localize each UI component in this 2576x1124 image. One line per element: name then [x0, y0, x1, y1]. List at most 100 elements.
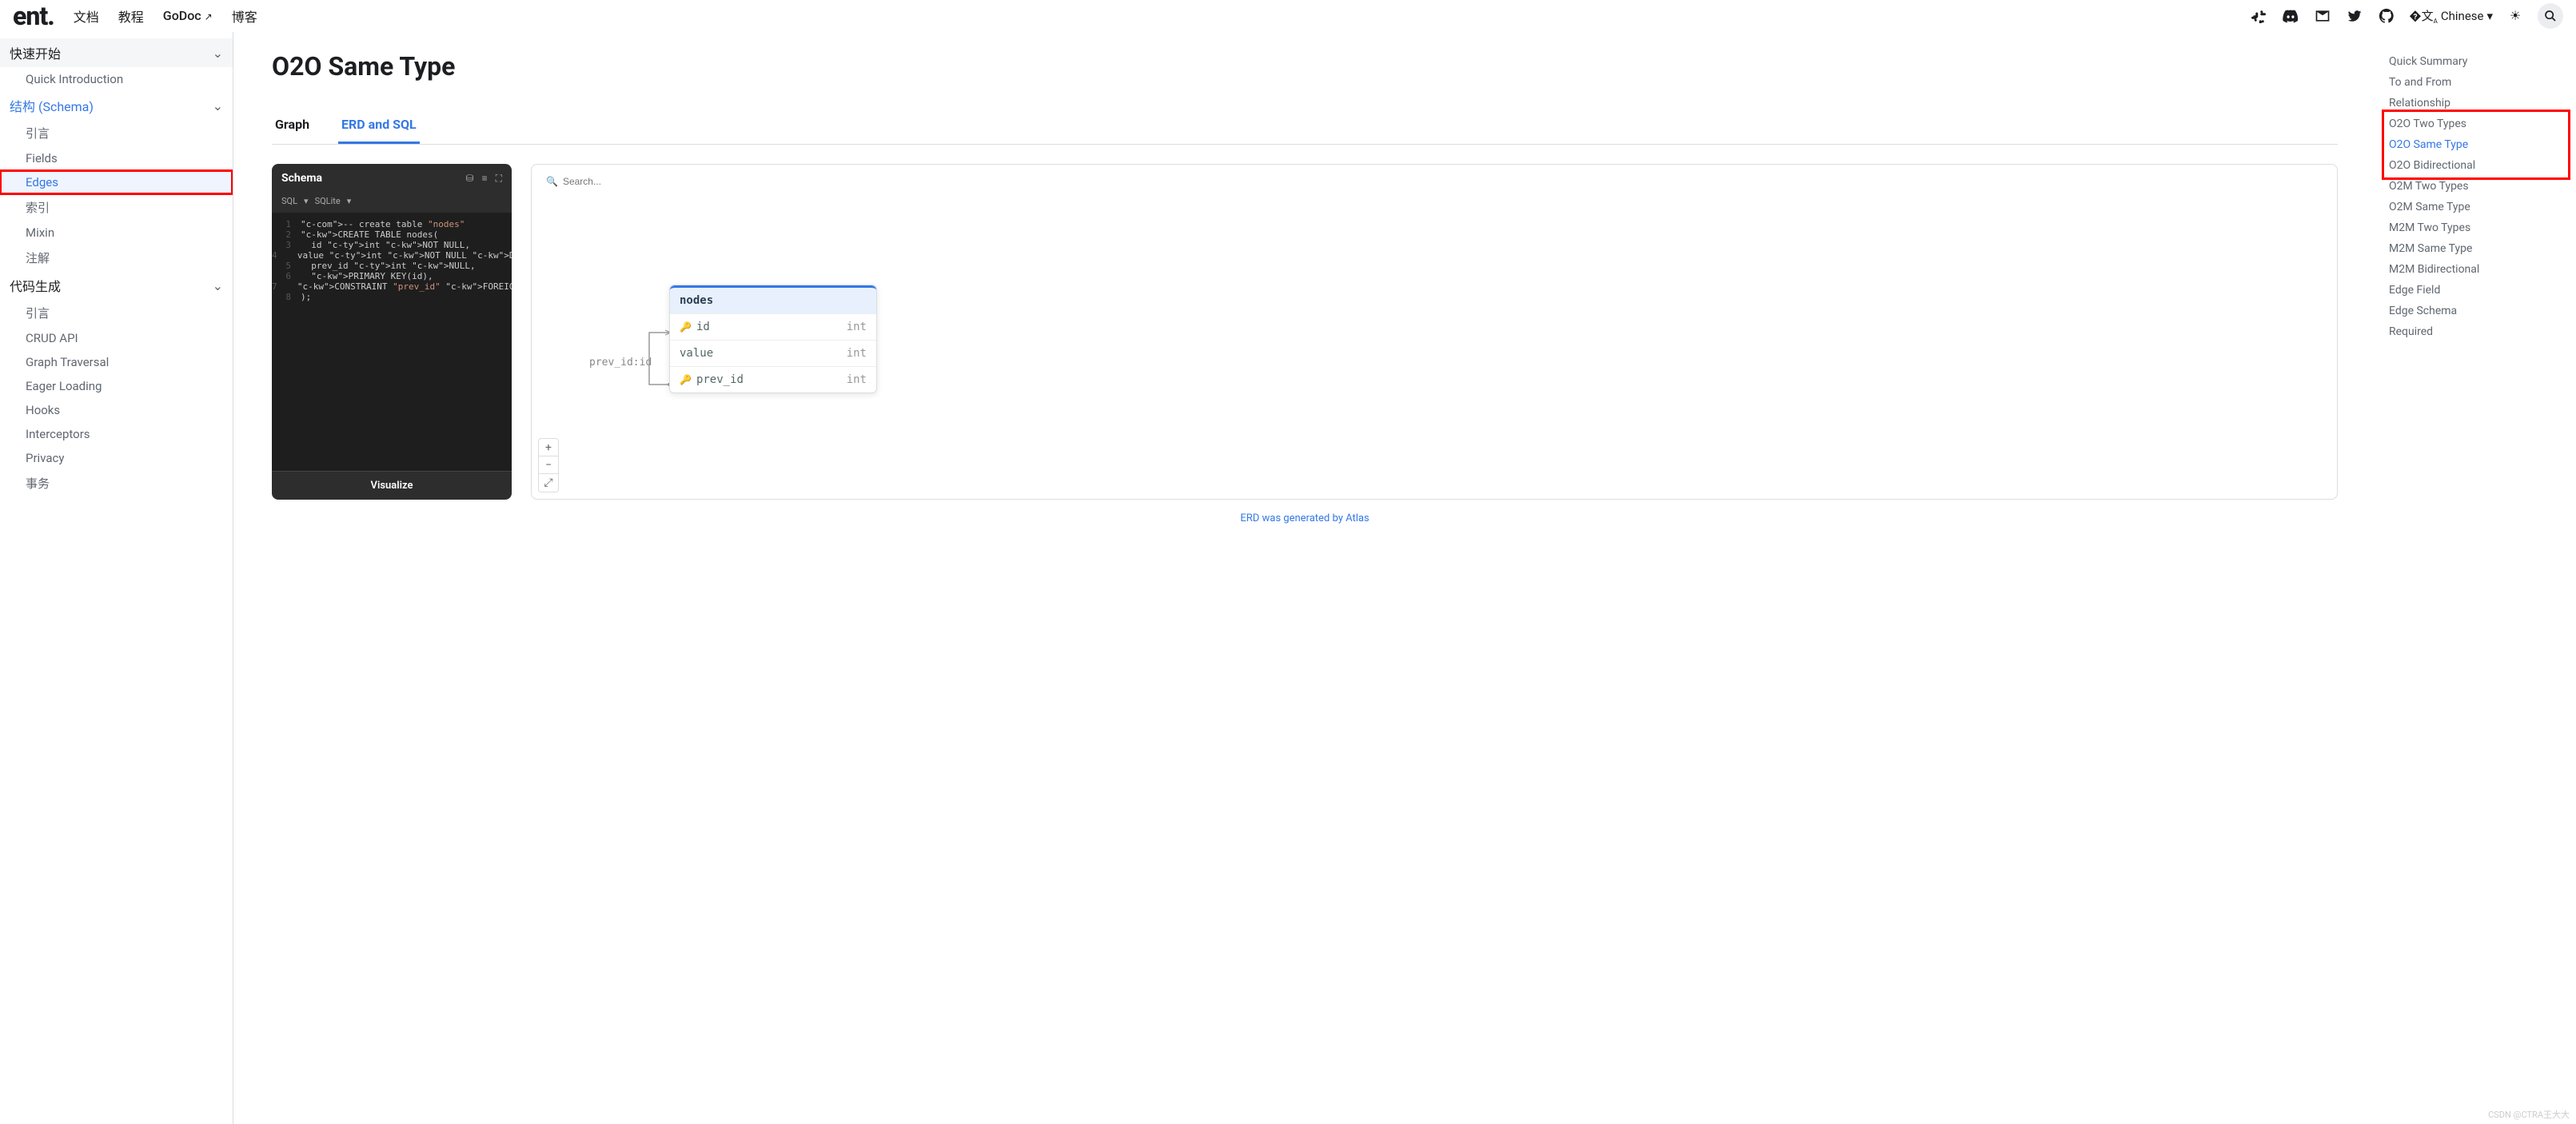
search-icon: 🔍	[546, 176, 558, 187]
code-line: 5 prev_id "c-ty">int "c-kw">NULL,	[272, 261, 512, 271]
sidebar-item[interactable]: Quick Introduction	[0, 67, 233, 91]
code-line: 6 "c-kw">PRIMARY KEY(id),	[272, 271, 512, 281]
toc-item[interactable]: Required	[2389, 321, 2563, 342]
code-line: 3 id "c-ty">int "c-kw">NOT NULL,	[272, 240, 512, 250]
search-button[interactable]	[2538, 3, 2563, 29]
visualize-button[interactable]: Visualize	[272, 471, 512, 500]
tabs: Graph ERD and SQL	[272, 107, 2338, 145]
language-label: Chinese	[2441, 9, 2484, 23]
sidebar-item[interactable]: Fields	[0, 146, 233, 170]
external-link-icon: ↗	[205, 11, 213, 22]
theme-toggle-icon[interactable]: ☀	[2506, 6, 2525, 26]
logo[interactable]: ent.	[13, 1, 54, 31]
sidebar: 快速开始⌄Quick Introduction结构 (Schema)⌄引言Fie…	[0, 32, 233, 1124]
schema-panel: Schema ⛁ ≡ ⛶ SQL ▾ SQLite ▾ 1"c-com">-- …	[272, 164, 512, 500]
sidebar-item[interactable]: Interceptors	[0, 422, 233, 446]
top-nav: ent. 文档教程 GoDoc↗ 博客 �文A Chinese ▾ ☀	[0, 0, 2576, 32]
toc-highlight-box: O2O Two TypesO2O Same TypeO2O Bidirectio…	[2386, 114, 2566, 176]
erd-note[interactable]: ERD was generated by Atlas	[272, 512, 2338, 524]
erd-column: 🔑prev_idint	[670, 366, 876, 393]
list-icon[interactable]: ≡	[482, 173, 488, 185]
chevron-down-icon: ⌄	[213, 98, 223, 114]
nav-link[interactable]: 教程	[118, 6, 144, 26]
nav-link[interactable]: 博客	[232, 6, 257, 26]
code-line: 4 value "c-ty">int "c-kw">NOT NULL "c-kw…	[272, 250, 512, 261]
sidebar-item[interactable]: Graph Traversal	[0, 350, 233, 374]
sidebar-section[interactable]: 快速开始⌄	[0, 38, 233, 67]
code-line: 8);	[272, 292, 512, 302]
chevron-down-icon: ⌄	[213, 46, 223, 61]
translate-icon: �文A	[2409, 7, 2438, 25]
zoom-out-button[interactable]: −	[539, 456, 558, 474]
toc-item[interactable]: O2M Two Types	[2389, 176, 2563, 197]
chevron-down-icon: ▾	[304, 196, 309, 206]
toc-item[interactable]: Relationship	[2389, 93, 2563, 114]
sidebar-item[interactable]: Edges	[0, 170, 233, 194]
sidebar-item[interactable]: 引言	[0, 300, 233, 326]
toc-item[interactable]: O2M Same Type	[2389, 197, 2563, 217]
mail-icon[interactable]	[2313, 6, 2332, 26]
nav-right: �文A Chinese ▾ ☀	[2249, 3, 2563, 29]
toc-item[interactable]: Edge Schema	[2389, 301, 2563, 321]
toc-item[interactable]: M2M Same Type	[2389, 238, 2563, 259]
chevron-down-icon: ⌄	[213, 278, 223, 293]
page-title: O2O Same Type	[272, 51, 2338, 82]
tab[interactable]: Graph	[272, 107, 313, 144]
slack-icon[interactable]	[2249, 6, 2268, 26]
db-label[interactable]: SQL	[281, 196, 297, 206]
chevron-down-icon: ▾	[347, 196, 352, 206]
erd-column: 🔑idint	[670, 313, 876, 340]
sidebar-item[interactable]: Privacy	[0, 446, 233, 470]
erd-table-name: nodes	[670, 285, 876, 313]
toc-item[interactable]: To and From	[2389, 72, 2563, 93]
sidebar-section[interactable]: 结构 (Schema) ⌄	[0, 91, 233, 120]
sidebar-item[interactable]: 引言	[0, 120, 233, 146]
key-icon: 🔑	[680, 321, 692, 333]
zoom-in-button[interactable]: +	[539, 439, 558, 456]
sidebar-item[interactable]: Hooks	[0, 398, 233, 422]
dialect-label[interactable]: SQLite	[315, 196, 341, 206]
erd-column: valueint	[670, 340, 876, 366]
erd-edge-label: prev_id:id	[589, 357, 652, 369]
toc-item[interactable]: Quick Summary	[2389, 51, 2563, 72]
discord-icon[interactable]	[2281, 6, 2300, 26]
erd-panel: 🔍 prev_id:id nodes 🔑idintvalueint🔑prev	[531, 164, 2338, 500]
nav-links: 文档教程 GoDoc↗ 博客	[74, 6, 257, 26]
toc-item[interactable]: O2O Same Type	[2389, 134, 2563, 155]
toc-item[interactable]: M2M Bidirectional	[2389, 259, 2563, 280]
key-icon: 🔑	[680, 374, 692, 385]
nav-link[interactable]: 文档	[74, 6, 99, 26]
toc: Quick SummaryTo and FromRelationshipO2O …	[2376, 32, 2576, 1124]
erd-canvas[interactable]: prev_id:id nodes 🔑idintvalueint🔑prev_idi…	[541, 189, 2327, 460]
sidebar-item[interactable]: CRUD API	[0, 326, 233, 350]
sidebar-item[interactable]: 索引	[0, 194, 233, 221]
toc-item[interactable]: O2O Bidirectional	[2389, 155, 2563, 176]
twitter-icon[interactable]	[2345, 6, 2364, 26]
toc-item[interactable]: Edge Field	[2389, 280, 2563, 301]
toc-item[interactable]: O2O Two Types	[2389, 114, 2563, 134]
chevron-down-icon: ▾	[2486, 9, 2493, 23]
sql-code: 1"c-com">-- create table "nodes"2"c-kw">…	[272, 213, 512, 471]
sidebar-section[interactable]: 代码生成 ⌄	[0, 271, 233, 300]
erd-table-nodes[interactable]: nodes 🔑idintvalueint🔑prev_idint	[669, 285, 877, 393]
sidebar-item[interactable]: 事务	[0, 470, 233, 496]
erd-zoom-controls: + − ⤢	[538, 438, 559, 492]
tab[interactable]: ERD and SQL	[338, 107, 420, 144]
sidebar-item[interactable]: Eager Loading	[0, 374, 233, 398]
code-line: 1"c-com">-- create table "nodes"	[272, 219, 512, 229]
main-content: O2O Same Type Graph ERD and SQL Schema ⛁ …	[233, 32, 2376, 1124]
erd-search-input[interactable]	[563, 176, 2323, 187]
sidebar-item[interactable]: Mixin	[0, 221, 233, 245]
sidebar-item[interactable]: 注解	[0, 245, 233, 271]
zoom-fit-button[interactable]: ⤢	[539, 474, 558, 492]
nav-link[interactable]: GoDoc↗	[163, 8, 213, 23]
code-line: 7 "c-kw">CONSTRAINT "prev_id" "c-kw">FOR…	[272, 281, 512, 292]
language-selector[interactable]: �文A Chinese ▾	[2409, 7, 2493, 25]
watermark: CSDN @CTRA王大大	[2488, 1108, 2570, 1121]
toc-item[interactable]: M2M Two Types	[2389, 217, 2563, 238]
github-icon[interactable]	[2377, 6, 2396, 26]
fullscreen-icon[interactable]: ⛶	[496, 173, 502, 185]
db-icon[interactable]: ⛁	[466, 173, 474, 185]
sidebar-section-label: 结构 (Schema)	[10, 96, 94, 115]
sidebar-section-label: 代码生成	[10, 276, 61, 295]
